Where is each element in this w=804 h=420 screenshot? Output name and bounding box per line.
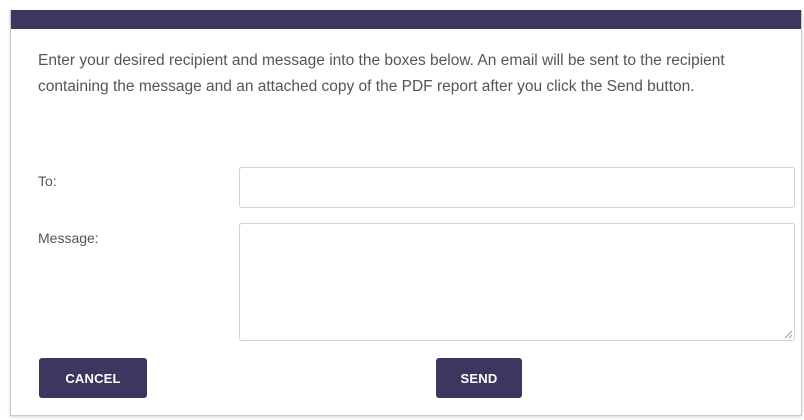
message-label: Message:: [38, 230, 99, 246]
message-textarea[interactable]: [239, 223, 795, 341]
to-input[interactable]: [239, 167, 795, 208]
email-report-dialog: Enter your desired recipient and message…: [10, 10, 802, 416]
dialog-header-bar: [11, 10, 801, 29]
cancel-button[interactable]: CANCEL: [39, 358, 147, 398]
instructions-text: Enter your desired recipient and message…: [38, 52, 725, 95]
resize-grip-icon[interactable]: [784, 330, 793, 339]
to-label: To:: [38, 173, 57, 189]
send-button[interactable]: SEND: [436, 358, 522, 398]
